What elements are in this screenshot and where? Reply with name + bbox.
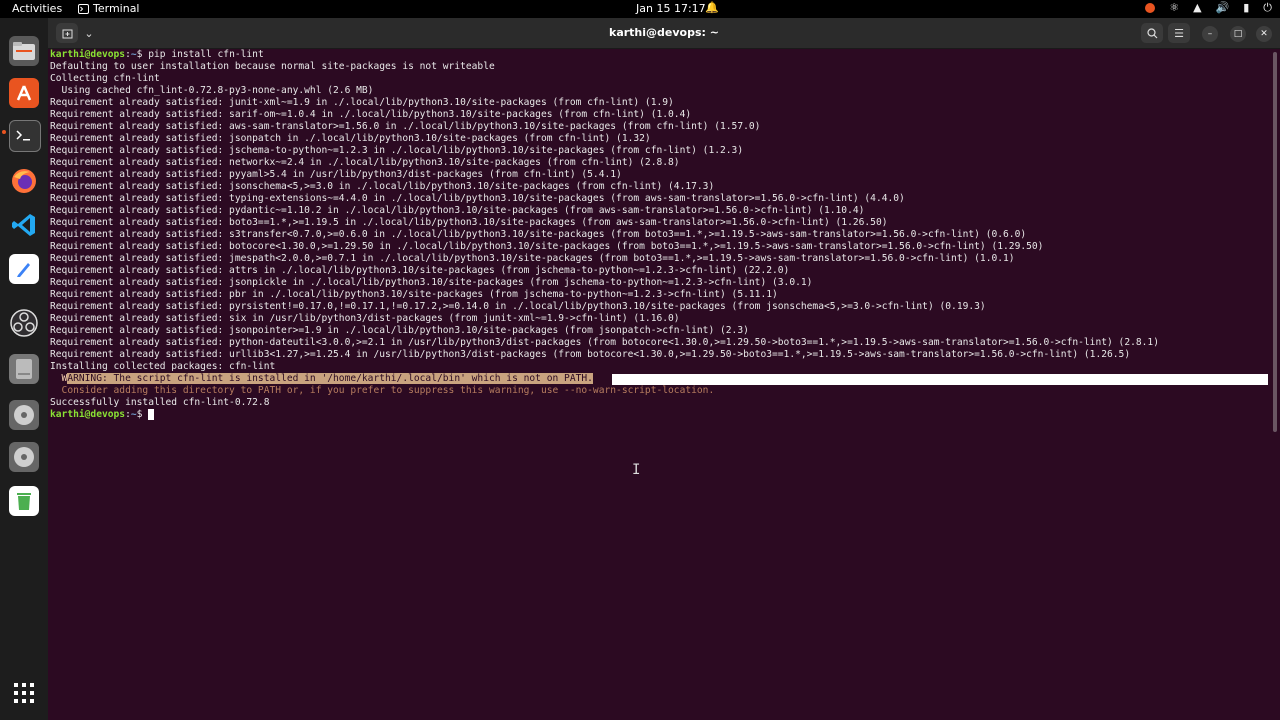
output-line: Requirement already satisfied: typing-ex… bbox=[50, 193, 905, 204]
close-button[interactable]: ✕ bbox=[1256, 26, 1272, 42]
battery-icon[interactable]: ▮ bbox=[1243, 1, 1249, 15]
close-icon: ✕ bbox=[1260, 29, 1268, 39]
success-line: Successfully installed cfn-lint-0.72.8 bbox=[50, 397, 270, 408]
obs-icon[interactable] bbox=[9, 308, 39, 338]
search-button[interactable] bbox=[1141, 23, 1163, 43]
ubuntu-pro-icon[interactable] bbox=[1145, 3, 1156, 13]
running-indicator bbox=[2, 130, 6, 134]
firefox-icon[interactable] bbox=[9, 166, 39, 196]
output-line: Requirement already satisfied: python-da… bbox=[50, 337, 1159, 348]
output-line: Installing collected packages: cfn-lint bbox=[50, 361, 276, 372]
trash-icon[interactable] bbox=[9, 486, 39, 516]
terminal-app-icon bbox=[78, 3, 89, 14]
dock bbox=[0, 18, 48, 720]
output-line: Requirement already satisfied: pydantic~… bbox=[50, 205, 865, 216]
output-line: Requirement already satisfied: jsonpoint… bbox=[50, 325, 749, 336]
drive-icon[interactable] bbox=[9, 354, 39, 384]
output-line: Requirement already satisfied: boto3==1.… bbox=[50, 217, 888, 228]
output-line: Requirement already satisfied: jmespath<… bbox=[50, 253, 1015, 264]
output-line: Requirement already satisfied: jsonpickl… bbox=[50, 277, 813, 288]
prompt-suffix: $ bbox=[136, 49, 149, 60]
maximize-icon: □ bbox=[1233, 29, 1243, 39]
prompt-user: karthi@devops bbox=[50, 409, 126, 420]
command-line: karthi@devops:~$ pip install cfn-lint bbox=[50, 49, 264, 60]
output-line: Requirement already satisfied: botocore<… bbox=[50, 241, 1044, 252]
output-line: Requirement already satisfied: networkx~… bbox=[50, 157, 680, 168]
output-line: Requirement already satisfied: sarif-om~… bbox=[50, 109, 692, 120]
selection-highlight bbox=[612, 374, 1268, 385]
prompt-suffix: $ bbox=[136, 409, 149, 420]
output-line: Requirement already satisfied: jschema-t… bbox=[50, 145, 744, 156]
maximize-button[interactable]: □ bbox=[1230, 26, 1246, 42]
active-prompt-line[interactable]: karthi@devops:~$ bbox=[50, 409, 1270, 421]
minimize-button[interactable]: – bbox=[1202, 26, 1218, 42]
hamburger-icon: ☰ bbox=[1174, 26, 1184, 40]
text-cursor bbox=[148, 409, 155, 420]
scrollbar[interactable] bbox=[1273, 52, 1277, 432]
volume-icon[interactable]: 🔊 bbox=[1216, 1, 1230, 15]
disc-icon[interactable] bbox=[9, 400, 39, 430]
warning-hint-line: Consider adding this directory to PATH o… bbox=[50, 385, 715, 396]
network-icon[interactable]: ▲ bbox=[1193, 1, 1201, 15]
output-line: Using cached cfn_lint-0.72.8-py3-none-an… bbox=[50, 85, 374, 96]
top-bar: Activities Terminal Jan 15 17:17 🔔 ⚛ ▲ 🔊… bbox=[0, 0, 1280, 18]
window-title: karthi@devops: ~ bbox=[609, 26, 719, 39]
output-line: Requirement already satisfied: urllib3<1… bbox=[50, 349, 1131, 360]
prompt-user: karthi@devops bbox=[50, 49, 126, 60]
accessibility-icon[interactable]: ⚛ bbox=[1169, 1, 1179, 15]
app-menu[interactable]: Terminal bbox=[78, 2, 140, 15]
show-apps-icon[interactable] bbox=[9, 678, 39, 708]
output-line: Requirement already satisfied: s3transfe… bbox=[50, 229, 1027, 240]
output-line: Requirement already satisfied: six in /u… bbox=[50, 313, 680, 324]
warning-highlight: ARNING: The script cfn-lint is installed… bbox=[67, 373, 593, 384]
output-line: Requirement already satisfied: jsonpatch… bbox=[50, 133, 651, 144]
output-line: Requirement already satisfied: pyyaml>5.… bbox=[50, 169, 622, 180]
app-center-icon[interactable] bbox=[9, 78, 39, 108]
warning-prefix: W bbox=[50, 373, 68, 384]
ibeam-cursor-icon: I bbox=[632, 462, 641, 478]
output-line: Requirement already satisfied: aws-sam-t… bbox=[50, 121, 761, 132]
vscode-icon[interactable] bbox=[9, 210, 39, 240]
clock[interactable]: Jan 15 17:17 bbox=[636, 2, 706, 15]
terminal-icon[interactable] bbox=[9, 120, 41, 152]
output-line: Defaulting to user installation because … bbox=[50, 61, 495, 72]
disc-icon-2[interactable] bbox=[9, 442, 39, 472]
search-icon bbox=[1146, 27, 1157, 38]
menu-button[interactable]: ☰ bbox=[1168, 23, 1190, 43]
command-text: pip install cfn-lint bbox=[148, 49, 264, 60]
text-editor-icon[interactable] bbox=[9, 254, 39, 284]
minimize-icon: – bbox=[1207, 29, 1213, 39]
activities-button[interactable]: Activities bbox=[12, 2, 62, 15]
output-line: Requirement already satisfied: pyrsisten… bbox=[50, 301, 986, 312]
output-line: Collecting cfn-lint bbox=[50, 73, 160, 84]
output-line: Requirement already satisfied: junit-xml… bbox=[50, 97, 674, 108]
files-icon[interactable] bbox=[9, 36, 39, 66]
system-tray[interactable]: ⚛ ▲ 🔊 ▮ ⏻ bbox=[1145, 1, 1272, 15]
power-icon[interactable]: ⏻ bbox=[1263, 1, 1272, 15]
app-name: Terminal bbox=[93, 2, 140, 15]
notification-bell-icon: 🔔 bbox=[705, 1, 719, 14]
window-titlebar[interactable]: ⌄ karthi@devops: ~ ☰ – □ ✕ bbox=[48, 18, 1280, 49]
output-line: Requirement already satisfied: jsonschem… bbox=[50, 181, 715, 192]
output-line: Requirement already satisfied: attrs in … bbox=[50, 265, 790, 276]
output-lines: Defaulting to user installation because … bbox=[50, 61, 1270, 373]
output-line: Requirement already satisfied: pbr in ./… bbox=[50, 289, 778, 300]
